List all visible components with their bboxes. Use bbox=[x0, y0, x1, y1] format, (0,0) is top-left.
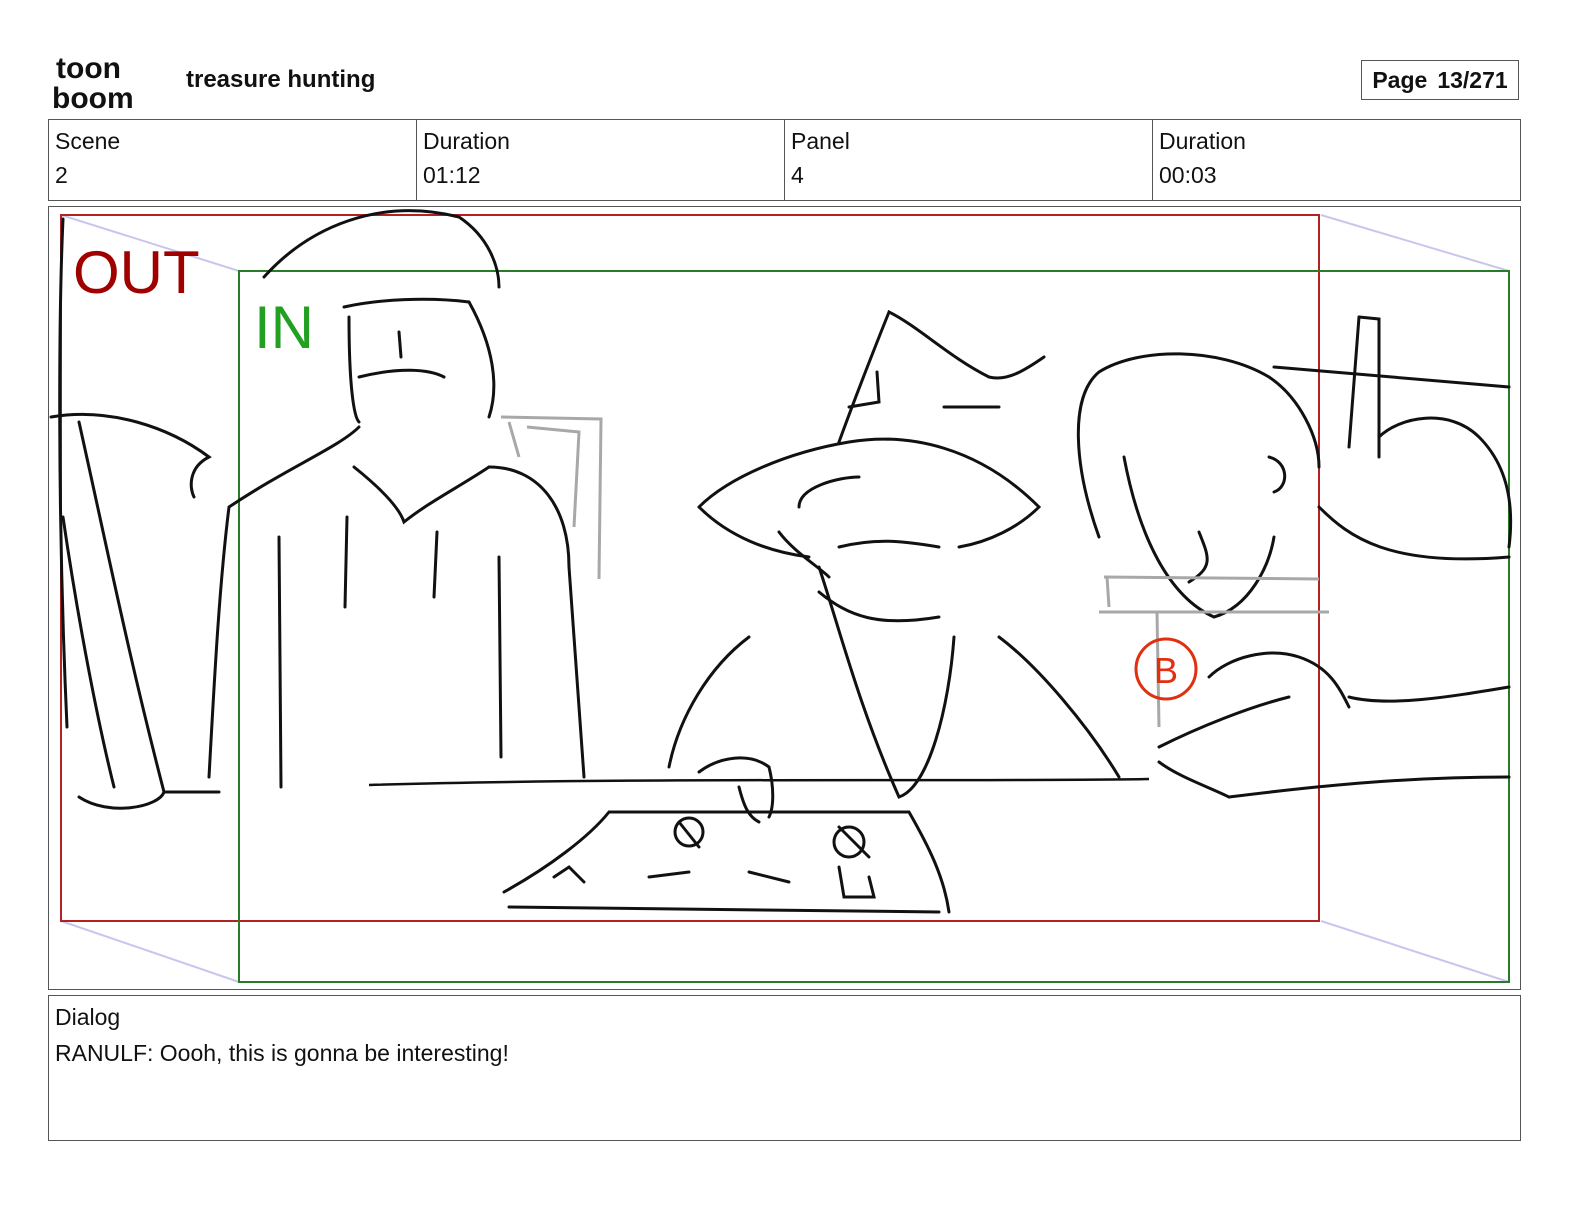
storyboard-panel: B OUT IN bbox=[48, 206, 1521, 990]
panel-value: 4 bbox=[791, 162, 804, 188]
sketch-floor-line bbox=[368, 777, 1150, 787]
out-frame bbox=[60, 214, 1320, 922]
sketch-wizard bbox=[667, 309, 1121, 824]
sketch-right-figure bbox=[1076, 315, 1513, 799]
sketch-left-figure bbox=[49, 217, 221, 810]
project-title: treasure hunting bbox=[186, 66, 376, 93]
scene-duration-value: 01:12 bbox=[423, 162, 481, 188]
page-indicator: Page 13/271 bbox=[1361, 60, 1519, 100]
scene-label: Scene bbox=[55, 128, 121, 154]
panel-drawing: B OUT IN bbox=[49, 209, 1513, 983]
toonboom-logo: toon boom bbox=[52, 52, 134, 112]
logo-line2: boom bbox=[52, 82, 134, 112]
sketch-map bbox=[502, 810, 951, 914]
in-label: IN bbox=[254, 294, 314, 361]
dialog-label: Dialog bbox=[55, 1004, 121, 1030]
panel-cell: Panel 4 bbox=[785, 120, 1153, 200]
panel-duration-label: Duration bbox=[1159, 128, 1246, 154]
page-number: 13/271 bbox=[1437, 66, 1508, 93]
panel-label: Panel bbox=[791, 128, 850, 154]
scene-duration-cell: Duration 01:12 bbox=[417, 120, 785, 200]
scene-value: 2 bbox=[55, 162, 68, 188]
info-row: Scene 2 Duration 01:12 Panel 4 Duration … bbox=[48, 119, 1521, 201]
scene-duration-label: Duration bbox=[423, 128, 510, 154]
logo-line1: toon bbox=[56, 52, 121, 85]
out-label: OUT bbox=[73, 239, 200, 306]
sketch-table bbox=[1099, 575, 1329, 728]
panel-duration-value: 00:03 bbox=[1159, 162, 1217, 188]
scene-cell: Scene 2 bbox=[49, 120, 417, 200]
marker-label: B bbox=[1154, 650, 1178, 691]
panel-duration-cell: Duration 00:03 bbox=[1153, 120, 1520, 200]
dialog-text: RANULF: Oooh, this is gonna be interesti… bbox=[55, 1040, 509, 1066]
dialog-box: Dialog RANULF: Oooh, this is gonna be in… bbox=[48, 995, 1521, 1141]
page-label: Page bbox=[1372, 66, 1428, 93]
